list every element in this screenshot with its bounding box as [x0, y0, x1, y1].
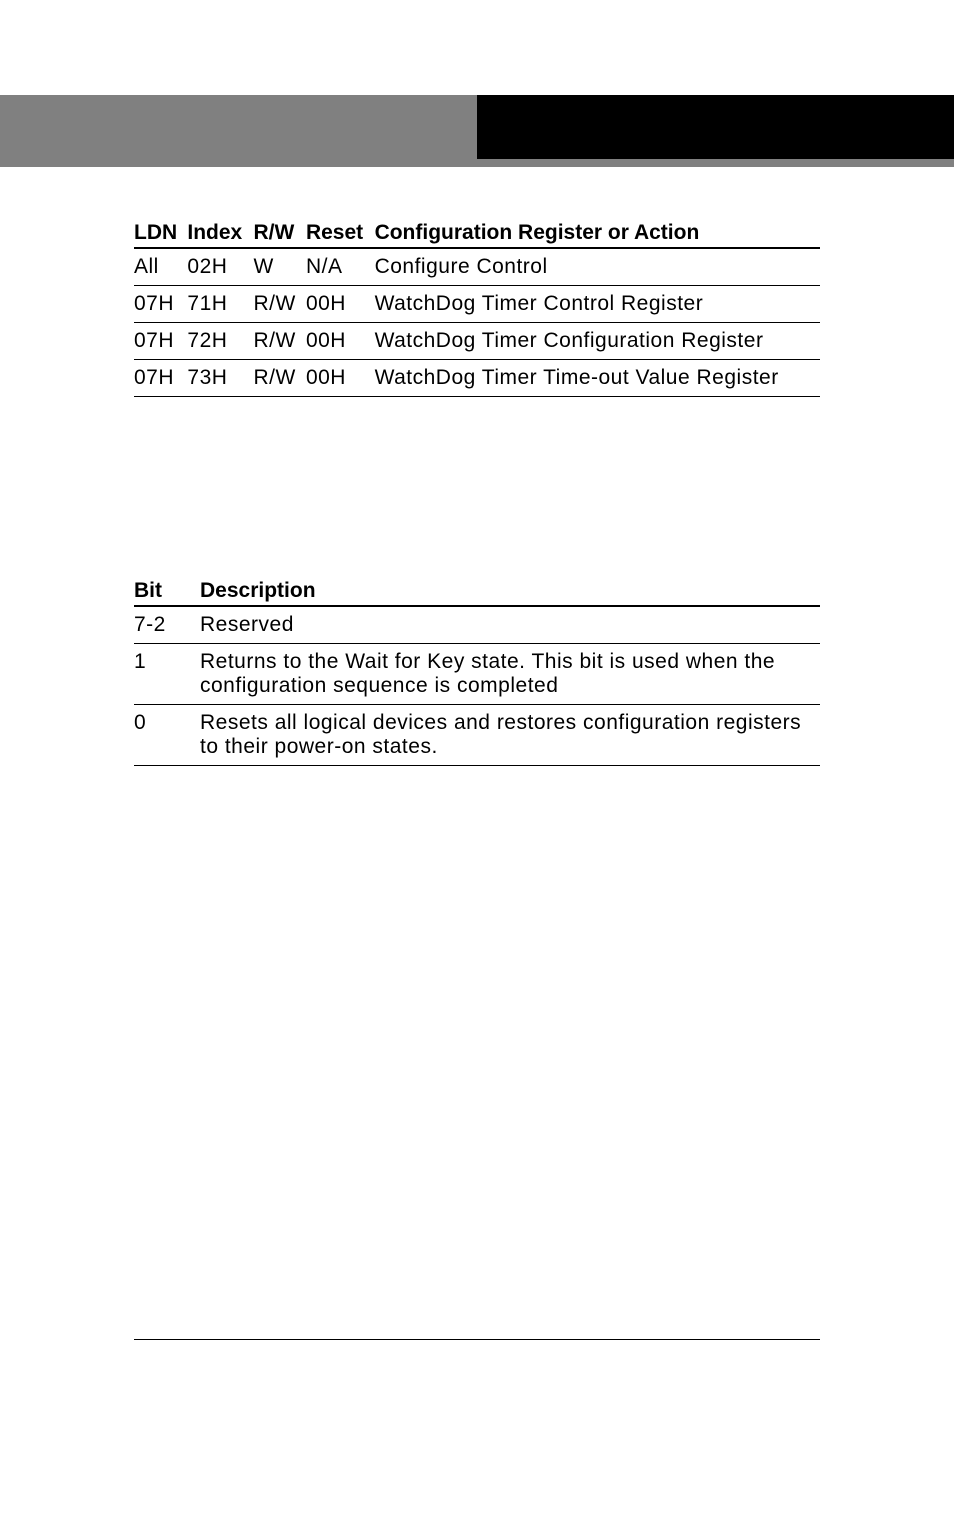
cell-rw: R/W — [253, 323, 305, 360]
bit-description-table: Bit Description 7-2 Reserved 1 Returns t… — [134, 577, 820, 766]
header-right-pane — [477, 95, 954, 159]
cell-ldn: 07H — [134, 360, 187, 397]
bit-table-header-row: Bit Description — [134, 577, 820, 606]
cell-bit: 1 — [134, 644, 200, 705]
cell-ldn: 07H — [134, 286, 187, 323]
cell-desc: Returns to the Wait for Key state. This … — [200, 644, 820, 705]
table-row: 0 Resets all logical devices and restore… — [134, 705, 820, 766]
cell-ldn: All — [134, 248, 187, 286]
table-row: All 02H W N/A Configure Control — [134, 248, 820, 286]
header-sub-banner — [0, 159, 954, 167]
cell-desc: Reserved — [200, 606, 820, 644]
cell-bit: 0 — [134, 705, 200, 766]
cell-index: 73H — [187, 360, 253, 397]
header-index: Index — [187, 219, 253, 248]
cell-reset: N/A — [306, 248, 375, 286]
cell-config: WatchDog Timer Time-out Value Register — [375, 360, 820, 397]
table-row: 1 Returns to the Wait for Key state. Thi… — [134, 644, 820, 705]
cell-index: 72H — [187, 323, 253, 360]
table-row: 07H 71H R/W 00H WatchDog Timer Control R… — [134, 286, 820, 323]
cell-reset: 00H — [306, 286, 375, 323]
footer-divider — [134, 1339, 820, 1340]
header-reset: Reset — [306, 219, 375, 248]
table-row: 07H 72H R/W 00H WatchDog Timer Configura… — [134, 323, 820, 360]
register-table: LDN Index R/W Reset Configuration Regist… — [134, 219, 820, 397]
cell-config: WatchDog Timer Configuration Register — [375, 323, 820, 360]
header-bit: Bit — [134, 577, 200, 606]
table-row: 07H 73H R/W 00H WatchDog Timer Time-out … — [134, 360, 820, 397]
cell-config: WatchDog Timer Control Register — [375, 286, 820, 323]
cell-reset: 00H — [306, 323, 375, 360]
cell-rw: R/W — [253, 360, 305, 397]
page-content: LDN Index R/W Reset Configuration Regist… — [0, 167, 954, 766]
header-description: Description — [200, 577, 820, 606]
table-row: 7-2 Reserved — [134, 606, 820, 644]
header-banner — [0, 95, 954, 159]
header-left-pane — [0, 95, 477, 159]
header-sub-left — [0, 159, 477, 167]
cell-index: 71H — [187, 286, 253, 323]
cell-index: 02H — [187, 248, 253, 286]
cell-bit: 7-2 — [134, 606, 200, 644]
cell-ldn: 07H — [134, 323, 187, 360]
cell-reset: 00H — [306, 360, 375, 397]
register-table-header-row: LDN Index R/W Reset Configuration Regist… — [134, 219, 820, 248]
header-config: Configuration Register or Action — [375, 219, 820, 248]
cell-rw: W — [253, 248, 305, 286]
cell-config: Configure Control — [375, 248, 820, 286]
header-sub-right — [477, 159, 954, 167]
header-rw: R/W — [253, 219, 305, 248]
cell-rw: R/W — [253, 286, 305, 323]
header-ldn: LDN — [134, 219, 187, 248]
cell-desc: Resets all logical devices and restores … — [200, 705, 820, 766]
